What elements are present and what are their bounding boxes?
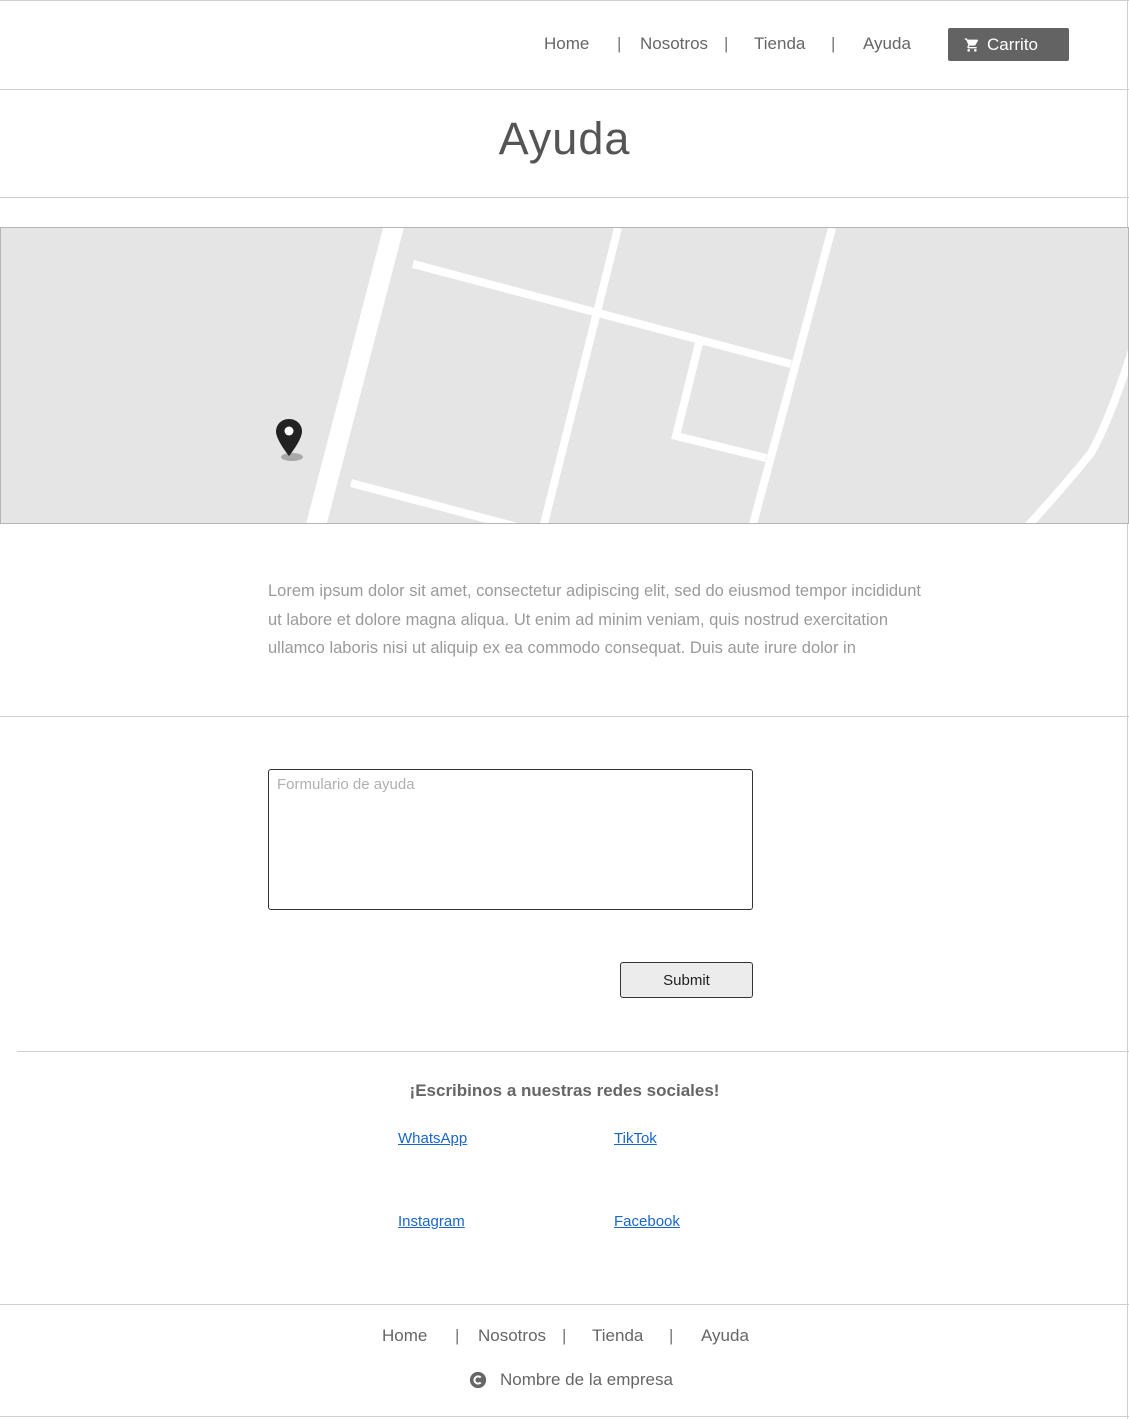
nav-link-tienda[interactable]: Tienda	[754, 34, 805, 54]
whatsapp-link[interactable]: WhatsApp	[398, 1130, 467, 1147]
company-name: Nombre de la empresa	[500, 1370, 673, 1389]
tiktok-link[interactable]: TikTok	[614, 1130, 657, 1147]
nav-link-home[interactable]: Home	[544, 34, 589, 54]
map-street	[671, 342, 767, 462]
location-map[interactable]	[0, 227, 1129, 524]
cart-button[interactable]: Carrito	[948, 28, 1069, 61]
social-heading: ¡Escribinos a nuestras redes sociales!	[409, 1081, 720, 1100]
nav-link-ayuda[interactable]: Ayuda	[863, 34, 911, 54]
map-streets	[306, 228, 1128, 523]
top-border	[0, 0, 1129, 1]
map-street	[1025, 349, 1128, 523]
title-divider	[0, 197, 1129, 198]
help-textarea[interactable]	[268, 769, 753, 910]
header-divider	[0, 89, 1129, 90]
map-pin-icon[interactable]	[272, 418, 308, 462]
nav-link-nosotros[interactable]: Nosotros	[640, 34, 708, 54]
help-description: Lorem ipsum dolor sit amet, consectetur …	[268, 582, 921, 657]
footer-link-home[interactable]: Home	[382, 1326, 427, 1346]
facebook-link[interactable]: Facebook	[614, 1213, 680, 1230]
instagram-link[interactable]: Instagram	[398, 1213, 465, 1230]
cart-label: Carrito	[987, 34, 1039, 54]
cart-icon	[964, 37, 979, 52]
footer-link-nosotros[interactable]: Nosotros	[478, 1326, 546, 1346]
form-divider	[17, 1051, 1129, 1052]
submit-button[interactable]: Submit	[620, 962, 753, 998]
footer-link-ayuda[interactable]: Ayuda	[701, 1326, 749, 1346]
nav-separator: |	[617, 34, 622, 53]
page-border-right	[1127, 0, 1128, 1419]
footer-link-tienda[interactable]: Tienda	[592, 1326, 643, 1346]
nav-separator: |	[455, 1326, 460, 1345]
map-street	[749, 228, 836, 523]
page-title: Ayuda	[498, 113, 631, 164]
bottom-border	[0, 1416, 1129, 1417]
nav-separator: |	[669, 1326, 674, 1345]
nav-separator: |	[831, 34, 836, 53]
nav-separator: |	[562, 1326, 567, 1345]
description-divider	[0, 716, 1129, 717]
nav-separator: |	[724, 34, 729, 53]
copyright-icon	[469, 1371, 487, 1389]
copyright: Nombre de la empresa	[469, 1370, 673, 1390]
map-street-main	[306, 228, 404, 523]
map-street	[540, 228, 622, 523]
map-street	[349, 479, 518, 523]
footer-divider	[0, 1304, 1129, 1305]
